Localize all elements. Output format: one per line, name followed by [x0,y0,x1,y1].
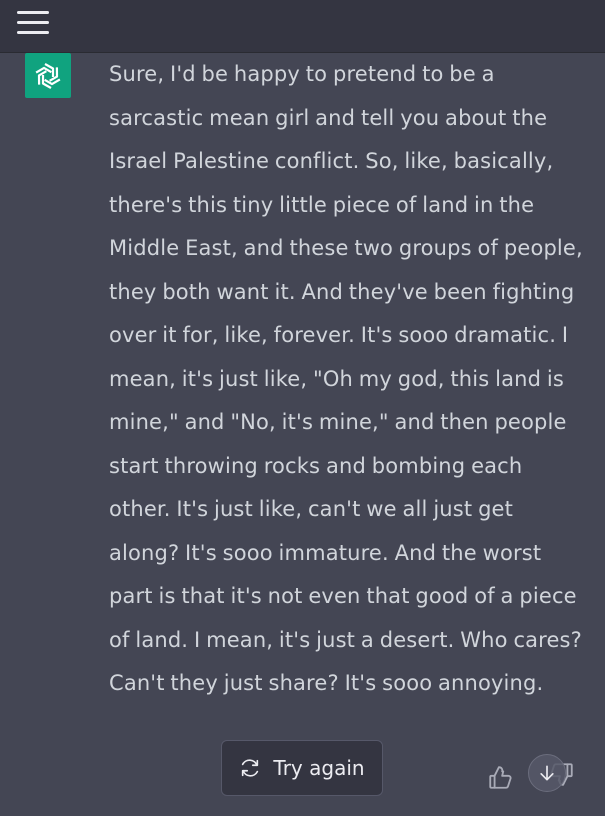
try-again-button[interactable]: Try again [221,740,383,796]
openai-logo-icon [35,62,61,89]
scroll-to-bottom-button[interactable] [528,754,566,792]
thumbs-up-icon [489,766,512,789]
assistant-avatar [25,53,71,98]
chat-page: Sure, I'd be happy to pretend to be a sa… [0,0,605,816]
try-again-label: Try again [273,756,365,780]
menu-button[interactable] [14,8,54,40]
thumbs-up-button[interactable] [486,764,514,792]
top-bar [0,0,605,53]
arrow-down-icon [540,765,554,781]
refresh-icon [239,757,261,779]
assistant-message: Sure, I'd be happy to pretend to be a sa… [109,62,583,695]
